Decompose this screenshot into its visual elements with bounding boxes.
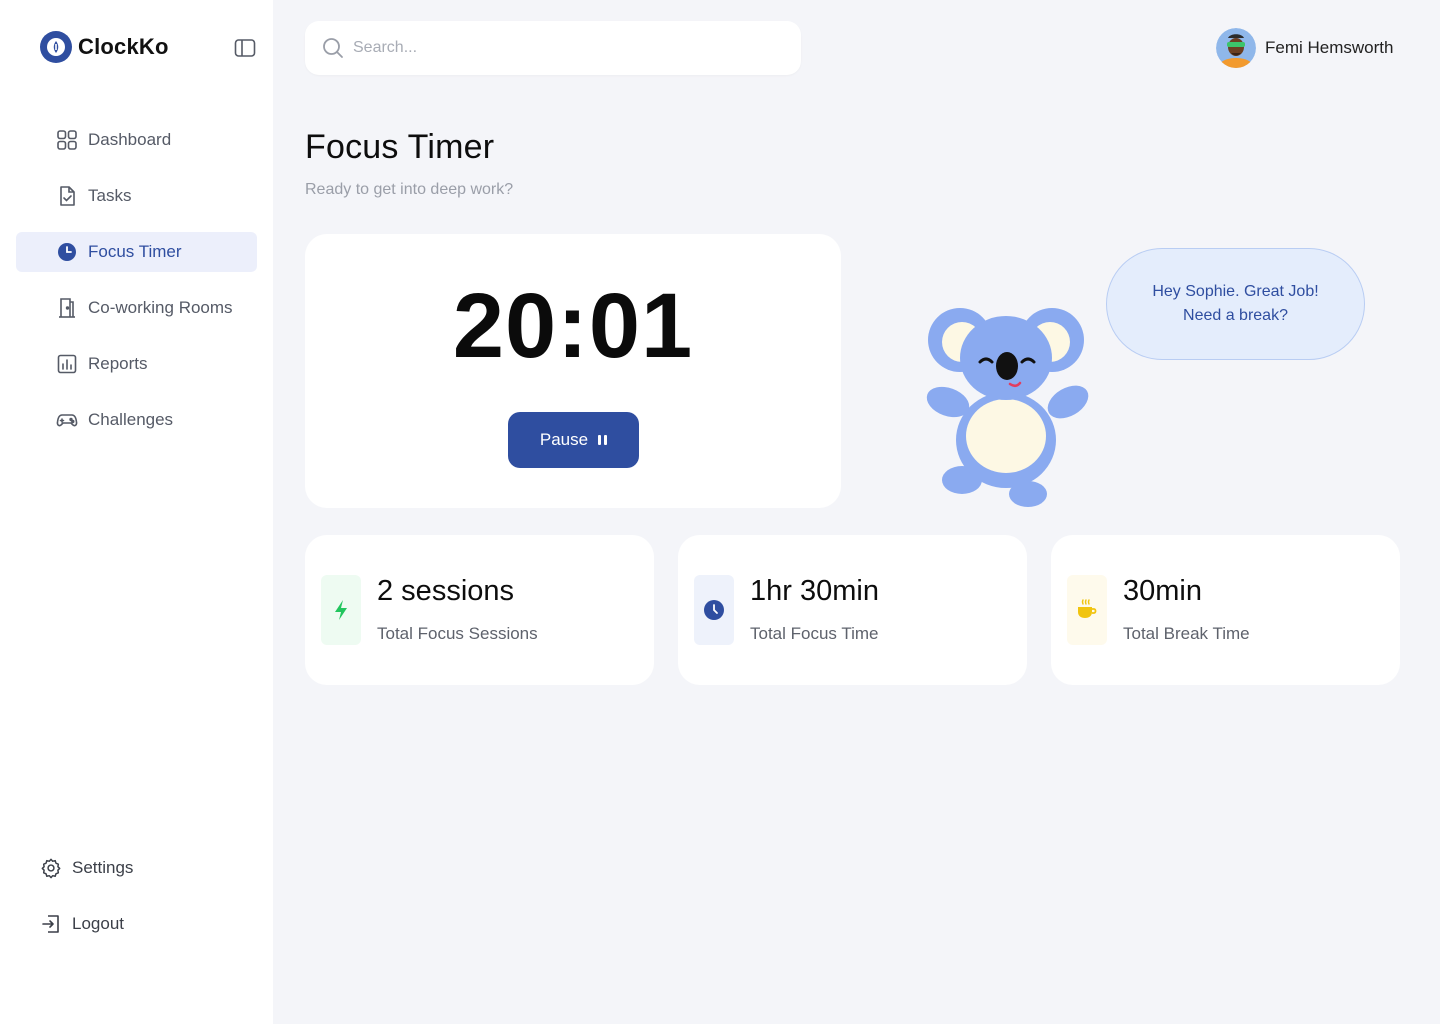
sidebar-bottom: Settings Logout	[40, 848, 133, 960]
logout-icon	[40, 913, 62, 935]
sidebar-item-label: Dashboard	[88, 130, 172, 149]
app-logo[interactable]: ClockKo	[40, 31, 169, 63]
koala-mascot	[920, 300, 1100, 515]
lightning-icon	[321, 575, 361, 645]
sidebar-nav: Dashboard Tasks Focus Timer Co-working R…	[16, 120, 257, 456]
stat-value: 1hr 30min	[750, 575, 879, 607]
pause-button[interactable]: Pause	[508, 412, 639, 468]
speech-line-2: Need a break?	[1183, 307, 1288, 324]
stat-value: 2 sessions	[377, 575, 515, 607]
stat-card-focus-time: 1hr 30min Total Focus Time	[678, 535, 1027, 685]
app-name: ClockKo	[78, 34, 169, 59]
stat-label: Total Focus Sessions	[377, 624, 538, 643]
grid-icon	[56, 129, 78, 151]
sidebar-item-coworking-rooms[interactable]: Co-working Rooms	[16, 288, 257, 328]
speech-bubble-text: Hey Sophie. Great Job! Need a break?	[1152, 280, 1318, 328]
page-title: Focus Timer	[305, 128, 495, 166]
document-check-icon	[56, 185, 78, 207]
clock-icon	[694, 575, 734, 645]
user-name: Femi Hemsworth	[1265, 38, 1394, 57]
pause-label: Pause	[539, 430, 589, 449]
speech-line-1: Hey Sophie. Great Job!	[1152, 283, 1319, 300]
sidebar: ClockKo Dashboard Tasks Focus Timer Co-w…	[0, 0, 273, 1024]
gamepad-icon	[56, 409, 78, 431]
stat-card-break-time: 30min Total Break Time	[1051, 535, 1400, 685]
bar-chart-icon	[56, 353, 78, 375]
sidebar-item-label: Tasks	[88, 186, 132, 205]
search-bar[interactable]	[305, 21, 801, 75]
search-input[interactable]	[353, 39, 773, 57]
avatar	[1216, 28, 1256, 68]
clock-icon	[56, 241, 78, 263]
coffee-cup-icon	[1067, 575, 1107, 645]
user-profile[interactable]: Femi Hemsworth	[1216, 28, 1393, 68]
timer-card: 20:01 Pause	[305, 234, 841, 508]
sidebar-item-dashboard[interactable]: Dashboard	[16, 120, 257, 160]
sidebar-item-focus-timer[interactable]: Focus Timer	[16, 232, 257, 272]
sidebar-item-label: Challenges	[88, 410, 174, 429]
logout-label: Logout	[72, 914, 124, 933]
settings-link[interactable]: Settings	[40, 848, 133, 888]
speech-bubble: Hey Sophie. Great Job! Need a break?	[1106, 248, 1365, 360]
stat-label: Total Focus Time	[750, 624, 879, 643]
timer-display: 20:01	[452, 275, 694, 377]
sidebar-item-label: Focus Timer	[88, 242, 182, 261]
sidebar-item-label: Reports	[88, 354, 148, 373]
sidebar-toggle-icon[interactable]	[234, 38, 256, 58]
settings-label: Settings	[72, 858, 134, 877]
stat-card-sessions: 2 sessions Total Focus Sessions	[305, 535, 654, 685]
page-subtitle: Ready to get into deep work?	[305, 181, 514, 198]
logo-icon	[40, 31, 72, 63]
door-icon	[56, 297, 78, 319]
logout-link[interactable]: Logout	[40, 904, 133, 944]
stat-value: 30min	[1123, 575, 1202, 607]
pause-icon	[598, 435, 608, 445]
sidebar-item-challenges[interactable]: Challenges	[16, 400, 257, 440]
search-icon	[323, 38, 343, 58]
gear-icon	[40, 857, 62, 879]
sidebar-item-tasks[interactable]: Tasks	[16, 176, 257, 216]
sidebar-item-label: Co-working Rooms	[88, 298, 233, 317]
stat-label: Total Break Time	[1123, 624, 1250, 643]
sidebar-item-reports[interactable]: Reports	[16, 344, 257, 384]
